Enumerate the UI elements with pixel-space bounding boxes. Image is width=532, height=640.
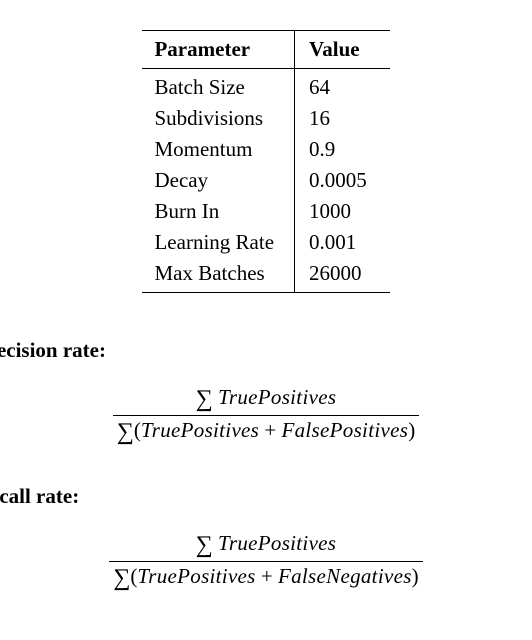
header-parameter: Parameter <box>142 31 294 69</box>
param-cell: Max Batches <box>142 258 294 293</box>
plus-sign: + <box>256 564 278 588</box>
precision-fraction: ∑ TruePositives ∑(TruePositives + FalseP… <box>113 385 419 446</box>
sum-symbol: ∑ <box>113 565 130 591</box>
sum-symbol: ∑ <box>196 386 213 412</box>
plus-sign: + <box>259 418 281 442</box>
precision-formula: ∑ TruePositives ∑(TruePositives + FalseP… <box>0 385 532 446</box>
value-cell: 0.0005 <box>295 165 390 196</box>
term-false-negatives: FalseNegatives <box>278 564 412 588</box>
recall-rate-heading: ecall rate: <box>0 484 532 509</box>
parameters-table: Parameter Value Batch Size 64 Subdivisio… <box>142 30 389 293</box>
value-cell: 26000 <box>295 258 390 293</box>
table-row: Decay 0.0005 <box>142 165 389 196</box>
value-cell: 0.9 <box>295 134 390 165</box>
param-cell: Learning Rate <box>142 227 294 258</box>
header-value: Value <box>295 31 390 69</box>
recall-formula: ∑ TruePositives ∑(TruePositives + FalseN… <box>0 531 532 592</box>
value-cell: 64 <box>295 69 390 104</box>
param-cell: Burn In <box>142 196 294 227</box>
term-false-positives: FalsePositives <box>282 418 409 442</box>
value-cell: 0.001 <box>295 227 390 258</box>
term-true-positives: TruePositives <box>137 564 255 588</box>
recall-numerator: ∑ TruePositives <box>109 531 422 562</box>
recall-fraction: ∑ TruePositives ∑(TruePositives + FalseN… <box>109 531 422 592</box>
recall-denominator: ∑(TruePositives + FalseNegatives) <box>109 562 422 592</box>
param-cell: Batch Size <box>142 69 294 104</box>
precision-numerator: ∑ TruePositives <box>113 385 419 416</box>
table-row: Burn In 1000 <box>142 196 389 227</box>
table-row: Learning Rate 0.001 <box>142 227 389 258</box>
param-cell: Decay <box>142 165 294 196</box>
param-cell: Subdivisions <box>142 103 294 134</box>
term-true-positives: TruePositives <box>218 385 336 409</box>
table-row: Momentum 0.9 <box>142 134 389 165</box>
table-row: Max Batches 26000 <box>142 258 389 293</box>
precision-rate-heading: recision rate: <box>0 338 532 363</box>
table-header-row: Parameter Value <box>142 31 389 69</box>
sum-symbol: ∑ <box>117 419 134 445</box>
precision-denominator: ∑(TruePositives + FalsePositives) <box>113 416 419 446</box>
value-cell: 1000 <box>295 196 390 227</box>
term-true-positives: TruePositives <box>218 531 336 555</box>
sum-symbol: ∑ <box>196 532 213 558</box>
value-cell: 16 <box>295 103 390 134</box>
param-cell: Momentum <box>142 134 294 165</box>
term-true-positives: TruePositives <box>141 418 259 442</box>
table-row: Subdivisions 16 <box>142 103 389 134</box>
table-row: Batch Size 64 <box>142 69 389 104</box>
parameters-table-container: Parameter Value Batch Size 64 Subdivisio… <box>0 30 532 293</box>
